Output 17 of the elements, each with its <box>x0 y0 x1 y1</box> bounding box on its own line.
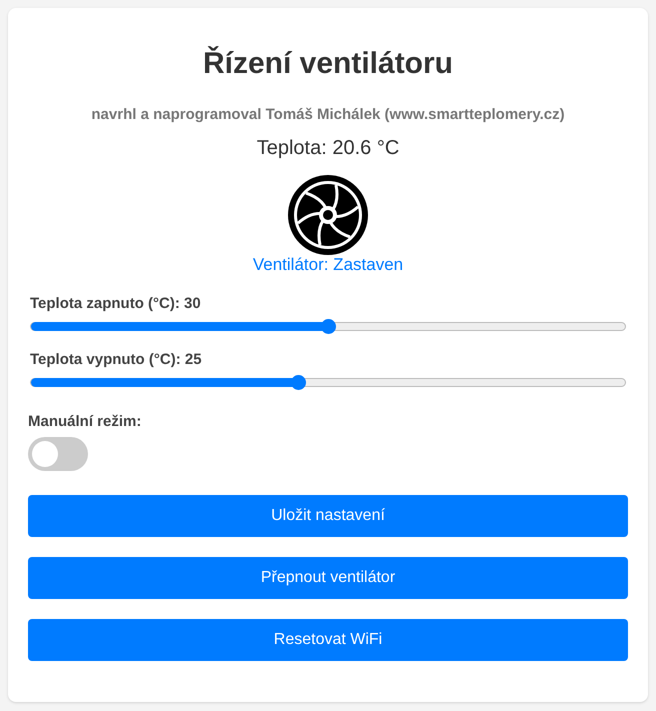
switch-knob <box>32 441 58 467</box>
slider-label: Teplota vypnuto (°C): 25 <box>30 351 203 369</box>
slider-thumb[interactable] <box>321 319 336 334</box>
slider-track[interactable] <box>30 378 626 387</box>
toggle-label: Manuální režim: <box>28 413 142 431</box>
manual-mode-switch[interactable] <box>28 437 88 471</box>
temperature-reading: Teplota: 20.6 °C <box>256 136 400 160</box>
slider-label: Teplota zapnuto (°C): 30 <box>30 295 202 313</box>
action-button[interactable]: Uložit nastavení <box>28 495 628 537</box>
fan-icon <box>288 175 368 255</box>
action-button[interactable]: Resetovat WiFi <box>28 619 628 661</box>
action-button[interactable]: Přepnout ventilátor <box>28 557 628 599</box>
slider-track[interactable] <box>30 322 626 331</box>
page-title: Řízení ventilátoru <box>202 45 454 82</box>
author-credit: navrhl a naprogramoval Tomáš Michálek (www.smartteplomery.cz) <box>90 106 566 124</box>
slider-thumb[interactable] <box>291 375 306 390</box>
fan-status: Ventilátor: Zastaven <box>252 255 404 275</box>
